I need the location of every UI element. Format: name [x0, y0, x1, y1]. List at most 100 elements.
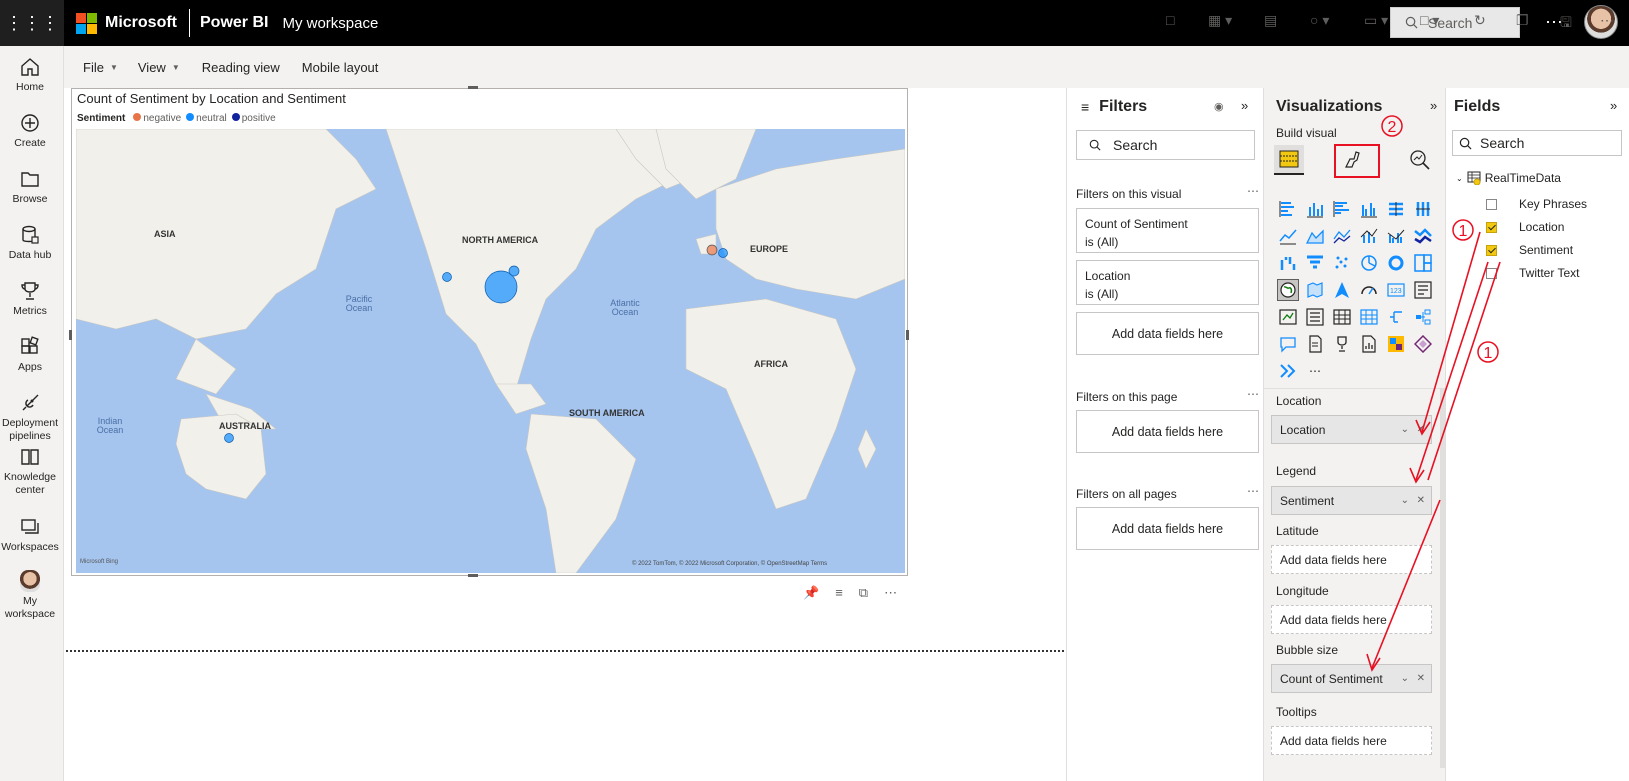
- map-visual[interactable]: Count of Sentiment by Location and Senti…: [71, 88, 908, 576]
- field-twitter-text[interactable]: Twitter Text: [1486, 266, 1579, 280]
- bubble-negative[interactable]: [706, 244, 718, 256]
- bubble-neutral[interactable]: [224, 433, 234, 443]
- well-location[interactable]: Location ⌄ ✕: [1271, 415, 1432, 444]
- bubble-neutral[interactable]: [718, 248, 728, 258]
- remove-field-icon[interactable]: ✕: [1417, 495, 1425, 506]
- line-clustered-column-icon[interactable]: [1385, 225, 1407, 247]
- duplicate-icon[interactable]: ❐: [1516, 12, 1529, 29]
- ask-question-icon[interactable]: ▦ ▾: [1208, 12, 1232, 29]
- legend-item-neutral[interactable]: neutral: [186, 113, 227, 124]
- donut-chart-icon[interactable]: [1385, 252, 1407, 274]
- collapse-filters-icon[interactable]: »: [1241, 98, 1248, 113]
- power-automate-icon[interactable]: [1412, 333, 1434, 355]
- waterfall-chart-icon[interactable]: [1277, 252, 1299, 274]
- line-column-chart-icon[interactable]: [1358, 225, 1380, 247]
- toolbar-more-icon[interactable]: ⋯: [1600, 12, 1614, 29]
- nav-item-metrics[interactable]: Metrics: [0, 280, 60, 318]
- 100-column-chart-icon[interactable]: [1412, 198, 1434, 220]
- filters-all-pages-drop-zone[interactable]: Add data fields here: [1076, 507, 1259, 550]
- clustered-bar-chart-icon[interactable]: [1331, 198, 1353, 220]
- app-title[interactable]: Power BI: [200, 14, 268, 32]
- gauge-icon[interactable]: [1358, 279, 1380, 301]
- shapes-icon[interactable]: ○ ▾: [1310, 12, 1329, 29]
- azure-map-icon[interactable]: [1331, 279, 1353, 301]
- power-apps-icon[interactable]: [1385, 333, 1407, 355]
- resize-handle-bottom[interactable]: [468, 574, 478, 577]
- filters-visual-more-icon[interactable]: ⋯: [1247, 184, 1259, 198]
- clustered-column-chart-icon[interactable]: [1358, 198, 1380, 220]
- table-icon[interactable]: [1331, 306, 1353, 328]
- view-menu[interactable]: View ▼: [130, 60, 188, 75]
- field-key-phrases[interactable]: Key Phrases: [1486, 197, 1587, 211]
- scatter-chart-icon[interactable]: [1331, 252, 1353, 274]
- matrix-icon[interactable]: [1358, 306, 1380, 328]
- remove-field-icon[interactable]: ✕: [1417, 673, 1425, 684]
- filters-page-more-icon[interactable]: ⋯: [1247, 387, 1259, 401]
- field-checkbox[interactable]: [1486, 267, 1497, 279]
- nav-item-apps[interactable]: Apps: [0, 336, 60, 374]
- fields-search-input[interactable]: Search: [1452, 130, 1622, 156]
- table-realtimedata[interactable]: ⌄ RealTimeData: [1456, 171, 1561, 185]
- nav-item-home[interactable]: Home: [0, 56, 60, 94]
- stacked-column-chart-icon[interactable]: [1304, 198, 1326, 220]
- well-bubble-size[interactable]: Count of Sentiment ⌄ ✕: [1271, 664, 1432, 693]
- more-visuals-icon[interactable]: ⋯: [1304, 360, 1326, 382]
- focus-mode-icon[interactable]: ⧉: [859, 585, 868, 601]
- visual-icon[interactable]: ▭ ▾: [1364, 12, 1388, 29]
- global-search-input[interactable]: Search: [1390, 7, 1520, 38]
- filters-page-drop-zone[interactable]: Add data fields here: [1076, 410, 1259, 453]
- chevron-visual-icon[interactable]: [1277, 360, 1299, 382]
- map-canvas[interactable]: ASIA NORTH AMERICA EUROPE AFRICA SOUTH A…: [76, 129, 905, 573]
- collapse-fields-icon[interactable]: »: [1610, 98, 1617, 113]
- paginated-report-icon[interactable]: [1304, 333, 1326, 355]
- well-latitude[interactable]: Add data fields here: [1271, 545, 1432, 574]
- ribbon-chart-icon[interactable]: [1412, 225, 1434, 247]
- filter-icon[interactable]: ≡: [835, 585, 843, 601]
- filter-card-count-of-sentiment[interactable]: Count of Sentiment is (All): [1076, 208, 1259, 253]
- nav-item-create[interactable]: Create: [0, 112, 60, 150]
- filters-search-input[interactable]: Search: [1076, 130, 1255, 160]
- field-checkbox[interactable]: [1486, 198, 1497, 210]
- chevron-down-icon[interactable]: ⌄: [1401, 495, 1409, 506]
- well-tooltips[interactable]: Add data fields here: [1271, 726, 1432, 755]
- goals-icon[interactable]: [1331, 333, 1353, 355]
- analytics-tab[interactable]: [1406, 146, 1434, 174]
- legend-item-positive[interactable]: positive: [231, 113, 276, 124]
- resize-handle-left[interactable]: [69, 330, 72, 340]
- microsoft-logo[interactable]: Microsoft: [76, 12, 177, 34]
- map-copyright[interactable]: © 2022 TomTom, © 2022 Microsoft Corporat…: [632, 561, 827, 567]
- workspace-title[interactable]: My workspace: [282, 15, 378, 32]
- pie-chart-icon[interactable]: [1358, 252, 1380, 274]
- well-longitude[interactable]: Add data fields here: [1271, 605, 1432, 634]
- smart-narrative-icon[interactable]: [1358, 333, 1380, 355]
- 100-bar-chart-icon[interactable]: [1385, 198, 1407, 220]
- pin-icon[interactable]: 📌: [803, 585, 819, 601]
- filter-card-location[interactable]: Location is (All): [1076, 260, 1259, 305]
- nav-item-deployment-pipelines[interactable]: Deployment pipelines: [0, 392, 60, 443]
- comment-icon[interactable]: □: [1166, 12, 1174, 28]
- format-visual-tab[interactable]: [1339, 146, 1367, 174]
- page-icon[interactable]: □ ▾: [1420, 12, 1439, 29]
- field-sentiment[interactable]: Sentiment: [1486, 243, 1573, 257]
- chevron-down-icon[interactable]: ⌄: [1401, 673, 1409, 684]
- map-visual-icon[interactable]: [1277, 279, 1299, 301]
- reading-view-button[interactable]: Reading view: [194, 60, 288, 75]
- field-checkbox[interactable]: [1486, 221, 1497, 233]
- qa-icon[interactable]: [1277, 333, 1299, 355]
- build-visual-tab[interactable]: [1274, 145, 1304, 175]
- bubble-neutral[interactable]: [508, 265, 520, 277]
- treemap-icon[interactable]: [1412, 252, 1434, 274]
- filters-visual-drop-zone[interactable]: Add data fields here: [1076, 312, 1259, 355]
- slicer-icon[interactable]: [1304, 306, 1326, 328]
- chevron-down-icon[interactable]: ⌄: [1401, 424, 1409, 435]
- file-menu[interactable]: File ▼: [75, 60, 126, 75]
- app-launcher-icon[interactable]: ⋮⋮⋮: [0, 0, 64, 46]
- kpi-icon[interactable]: [1277, 306, 1299, 328]
- resize-handle-top[interactable]: [468, 86, 478, 89]
- well-legend[interactable]: Sentiment ⌄ ✕: [1271, 486, 1432, 515]
- card-icon[interactable]: 123: [1385, 279, 1407, 301]
- stacked-bar-chart-icon[interactable]: [1277, 198, 1299, 220]
- funnel-chart-icon[interactable]: [1304, 252, 1326, 274]
- visual-more-icon[interactable]: ⋯: [884, 585, 897, 601]
- key-influencers-icon[interactable]: [1412, 306, 1434, 328]
